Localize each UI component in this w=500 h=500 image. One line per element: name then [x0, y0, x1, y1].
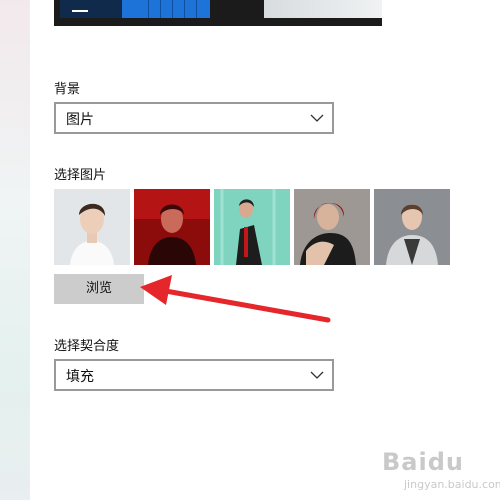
baidu-watermark: Baidu jingyan.baidu.com	[382, 448, 500, 494]
watermark-sub: jingyan.baidu.com	[404, 478, 500, 491]
watermark-brand: Baidu	[382, 448, 464, 476]
annotation-arrow-icon	[140, 275, 331, 323]
